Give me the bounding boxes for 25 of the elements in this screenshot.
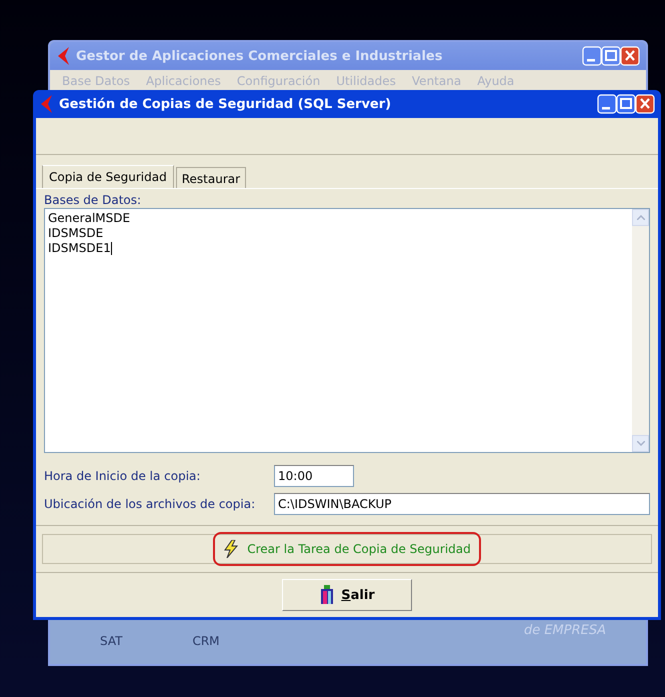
window-controls-icon[interactable] xyxy=(582,46,640,66)
logo-icon xyxy=(39,95,53,113)
tagline: de EMPRESA xyxy=(524,623,606,638)
database-list[interactable]: GeneralMSDE IDSMSDE IDSMSDE1 xyxy=(44,208,650,453)
logo-icon xyxy=(56,47,70,65)
launcher-label[interactable]: SAT xyxy=(100,634,122,648)
tab[interactable]: Copia de Seguridad xyxy=(42,165,174,188)
tab[interactable]: Restaurar xyxy=(176,167,246,188)
input-field[interactable]: C:\IDSWIN\BACKUP xyxy=(274,493,650,515)
window-controls-icon[interactable] xyxy=(597,94,655,114)
list-line: IDSMSDE1 xyxy=(48,241,113,256)
field-label: Bases de Datos: xyxy=(44,193,142,207)
scrollbar[interactable] xyxy=(632,209,649,452)
create-task-button[interactable]: Crear la Tarea de Copia de Seguridad xyxy=(42,534,652,564)
window-title: Gestor de Aplicaciones Comerciales e Industriales xyxy=(76,48,444,64)
exit-button[interactable]: Salir xyxy=(282,579,412,611)
input-field[interactable]: 10:00 xyxy=(274,465,354,487)
list-line: IDSMSDE xyxy=(48,226,104,241)
window-title: Gestión de Copias de Seguridad (SQL Server) xyxy=(59,96,392,112)
door-icon xyxy=(319,585,336,605)
list-line: GeneralMSDE xyxy=(48,211,132,226)
lightning-icon xyxy=(223,540,240,558)
field-label: Hora de Inicio de la copia: xyxy=(44,469,202,483)
field-label: Ubicación de los archivos de copia: xyxy=(44,497,256,511)
launcher-label[interactable]: CRM xyxy=(192,634,220,648)
